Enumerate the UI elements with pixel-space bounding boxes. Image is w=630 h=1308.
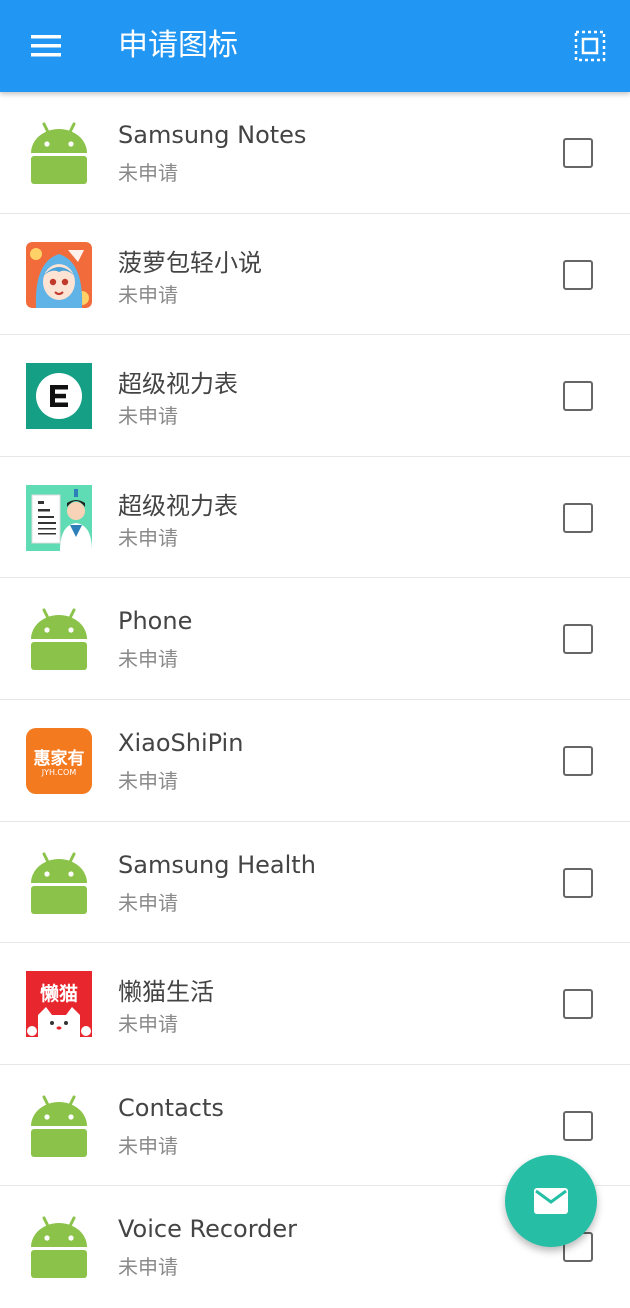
app-name: Contacts: [118, 1093, 224, 1122]
android-robot-icon: [26, 1093, 92, 1159]
eye-chart-e-icon: [26, 363, 92, 430]
app-bar: 申请图标: [0, 0, 630, 92]
logo-sub-text: JYH.COM: [41, 767, 77, 777]
app-checkbox[interactable]: [563, 1110, 593, 1141]
app-checkbox[interactable]: [563, 502, 593, 533]
app-status: 未申请: [118, 282, 178, 307]
app-list: Samsung Notes 未申请 菠萝包轻小说 未申请 超级视力表 未申请 超…: [0, 92, 630, 1308]
select-all-button[interactable]: [570, 26, 610, 66]
app-checkbox[interactable]: [563, 989, 593, 1020]
mail-icon: [534, 1188, 568, 1214]
app-name: Samsung Notes: [118, 121, 307, 149]
app-name: 菠萝包轻小说: [118, 248, 262, 277]
logo-main-text: 惠家有: [33, 748, 85, 769]
hamburger-menu-icon: [31, 35, 61, 57]
app-name: 超级视力表: [118, 370, 238, 399]
app-checkbox[interactable]: [563, 138, 593, 168]
list-item[interactable]: 超级视力表 未申请: [0, 335, 630, 457]
app-status: 未申请: [118, 647, 178, 672]
app-checkbox[interactable]: [563, 624, 593, 655]
list-item[interactable]: 惠家有 JYH.COM XiaoShiPin 未申请: [0, 700, 630, 822]
page-title: 申请图标: [118, 28, 238, 63]
list-item[interactable]: 超级视力表 未申请: [0, 457, 630, 579]
app-name: Phone: [118, 607, 193, 636]
android-robot-icon: [26, 850, 92, 916]
list-item[interactable]: Samsung Health 未申请: [0, 822, 630, 944]
app-checkbox[interactable]: [563, 259, 593, 290]
app-status: 未申请: [118, 890, 178, 915]
android-robot-icon: [26, 120, 92, 186]
app-name: Voice Recorder: [118, 1215, 298, 1244]
app-status: 未申请: [118, 1255, 178, 1280]
eye-doctor-icon: [26, 484, 92, 551]
app-status: 未申请: [118, 525, 178, 550]
app-name: Samsung Health: [118, 850, 316, 879]
android-robot-icon: [26, 606, 92, 672]
app-name: 懒猫生活: [118, 978, 214, 1007]
app-name: 超级视力表: [118, 491, 238, 520]
app-checkbox[interactable]: [563, 867, 593, 898]
android-robot-icon: [26, 1214, 92, 1280]
app-status: 未申请: [118, 1133, 178, 1158]
select-all-icon: [574, 30, 606, 62]
app-status: 未申请: [118, 404, 178, 429]
menu-button[interactable]: [22, 26, 70, 66]
app-checkbox[interactable]: [563, 745, 593, 776]
logo-main-text: 懒猫: [39, 983, 78, 1006]
list-item[interactable]: 懒猫 懒猫生活 未申请: [0, 943, 630, 1065]
cat-face-icon: [27, 1007, 91, 1038]
huijiayou-logo-icon: 惠家有 JYH.COM: [26, 727, 92, 794]
list-item[interactable]: Phone 未申请: [0, 578, 630, 700]
list-item[interactable]: 菠萝包轻小说 未申请: [0, 214, 630, 336]
app-checkbox[interactable]: [563, 381, 593, 412]
list-item[interactable]: Samsung Notes 未申请: [0, 92, 630, 214]
send-request-fab[interactable]: [505, 1155, 597, 1247]
app-name: XiaoShiPin: [118, 728, 244, 757]
anime-girl-app-icon: [26, 241, 92, 308]
app-status: 未申请: [118, 161, 178, 185]
app-status: 未申请: [118, 1012, 178, 1037]
app-status: 未申请: [118, 768, 178, 793]
lazy-cat-logo-icon: 懒猫: [26, 971, 92, 1038]
